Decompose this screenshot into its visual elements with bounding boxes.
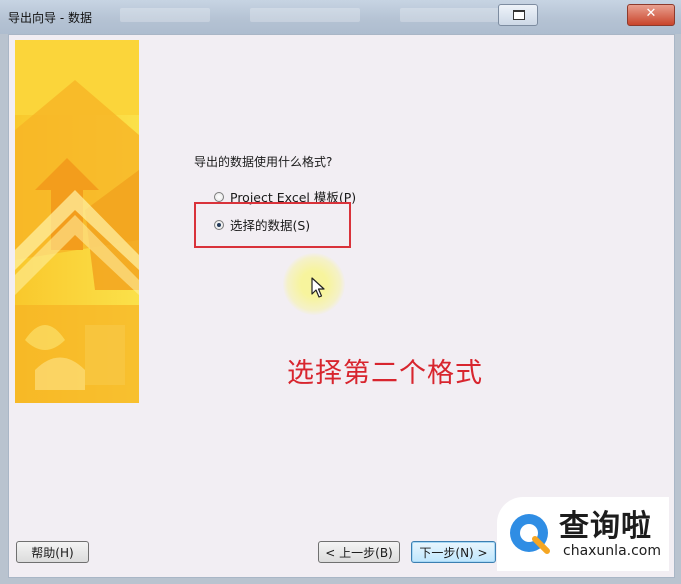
tutorial-caption: 选择第二个格式 xyxy=(287,358,483,389)
restore-button[interactable] xyxy=(498,4,538,26)
watermark: 查询啦 chaxunla.com xyxy=(497,497,669,571)
radio-excel-template[interactable] xyxy=(214,191,224,202)
watermark-domain: chaxunla.com xyxy=(563,543,661,559)
restore-icon xyxy=(513,10,525,20)
wizard-banner-image xyxy=(15,40,139,403)
background-ghost xyxy=(400,8,510,22)
watermark-name: 查询啦 xyxy=(559,509,652,544)
window-title: 导出向导 - 数据 xyxy=(8,11,92,25)
background-ghost xyxy=(250,8,360,22)
format-question: 导出的数据使用什么格式? xyxy=(194,155,333,169)
next-button[interactable]: 下一步(N) > xyxy=(411,541,496,563)
highlight-box xyxy=(194,202,351,248)
back-button[interactable]: < 上一步(B) xyxy=(318,541,400,563)
close-button[interactable]: ✕ xyxy=(627,4,675,26)
title-bar: 导出向导 - 数据 ✕ xyxy=(0,0,681,34)
background-ghost xyxy=(120,8,210,22)
mouse-pointer-icon xyxy=(311,277,325,298)
watermark-logo-icon xyxy=(510,514,550,554)
close-icon: ✕ xyxy=(645,6,657,21)
help-button[interactable]: 帮助(H) xyxy=(16,541,89,563)
